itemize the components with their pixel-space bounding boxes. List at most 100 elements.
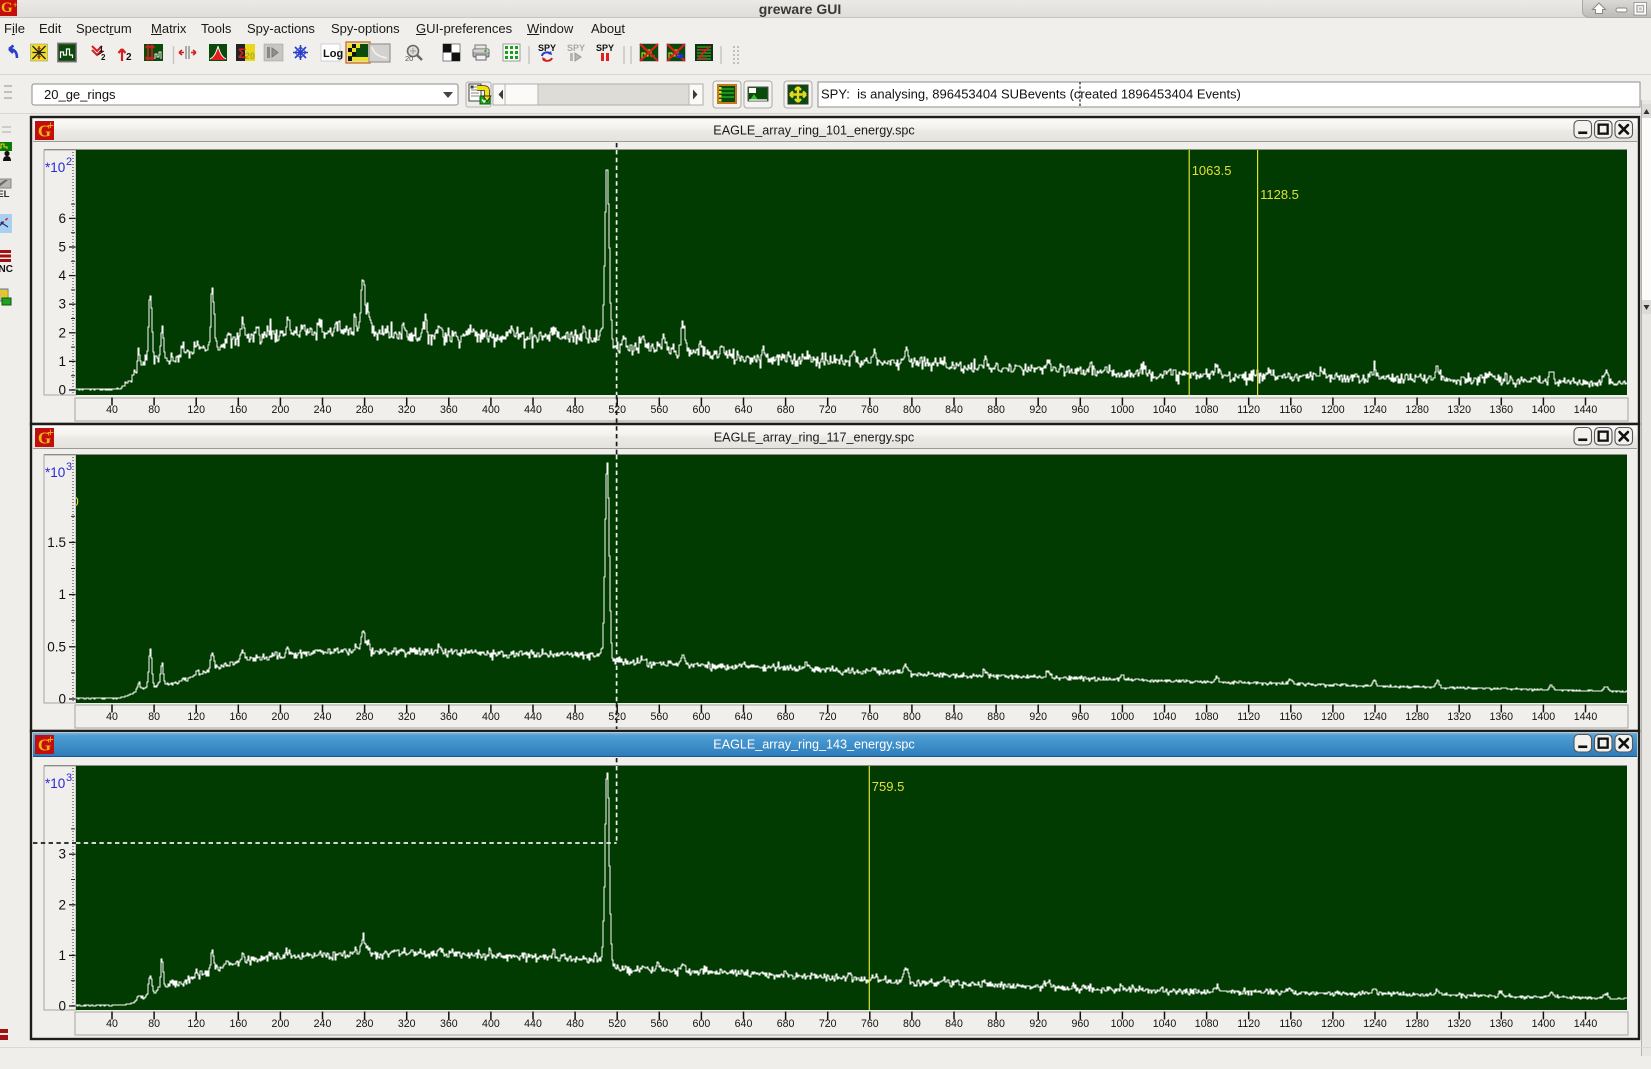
svg-text:2: 2 <box>58 897 66 912</box>
svg-text:720: 720 <box>819 711 837 723</box>
svg-text:680: 680 <box>777 404 795 416</box>
svg-text:*10: *10 <box>45 776 65 791</box>
svg-text:160: 160 <box>229 711 247 723</box>
svg-text:1000: 1000 <box>1111 404 1135 416</box>
svg-text:800: 800 <box>903 1018 921 1030</box>
svg-text:840: 840 <box>945 404 963 416</box>
svg-text:240: 240 <box>314 404 332 416</box>
svg-text:1400: 1400 <box>1532 404 1556 416</box>
svg-text:400: 400 <box>482 404 500 416</box>
svg-text:560: 560 <box>650 1018 668 1030</box>
svg-text:1200: 1200 <box>1321 404 1345 416</box>
svg-text:1000: 1000 <box>1111 711 1135 723</box>
svg-text:880: 880 <box>987 1018 1005 1030</box>
svg-text:720: 720 <box>819 404 837 416</box>
svg-text:920: 920 <box>1029 711 1047 723</box>
svg-text:1440: 1440 <box>1574 1018 1598 1030</box>
svg-text:1320: 1320 <box>1447 404 1471 416</box>
svg-text:560: 560 <box>650 404 668 416</box>
svg-text:640: 640 <box>735 1018 753 1030</box>
svg-text:120: 120 <box>187 711 205 723</box>
svg-text:1080: 1080 <box>1195 1018 1219 1030</box>
svg-text:960: 960 <box>1071 1018 1089 1030</box>
svg-text:560: 560 <box>650 711 668 723</box>
svg-text:200: 200 <box>272 1018 290 1030</box>
svg-text:1080: 1080 <box>1195 711 1219 723</box>
svg-text:640: 640 <box>735 404 753 416</box>
svg-text:360: 360 <box>440 1018 458 1030</box>
svg-text:1: 1 <box>58 354 66 369</box>
svg-text:480: 480 <box>566 1018 584 1030</box>
svg-text:4: 4 <box>58 268 66 283</box>
svg-text:120: 120 <box>187 1018 205 1030</box>
svg-text:1440: 1440 <box>1574 711 1598 723</box>
svg-text:1400: 1400 <box>1532 711 1556 723</box>
svg-text:160: 160 <box>229 1018 247 1030</box>
svg-text:1440: 1440 <box>1574 404 1598 416</box>
svg-text:+: + <box>47 732 54 746</box>
svg-text:+: + <box>47 425 54 439</box>
svg-text:600: 600 <box>693 404 711 416</box>
svg-text:1: 1 <box>58 587 66 602</box>
svg-text:360: 360 <box>440 404 458 416</box>
svg-text:80: 80 <box>148 404 160 416</box>
svg-text:1040: 1040 <box>1153 404 1177 416</box>
svg-text:680: 680 <box>777 711 795 723</box>
svg-text:960: 960 <box>1071 711 1089 723</box>
svg-text:3: 3 <box>66 461 72 473</box>
svg-text:240: 240 <box>314 711 332 723</box>
svg-text:400: 400 <box>482 711 500 723</box>
svg-text:800: 800 <box>903 404 921 416</box>
svg-text:160: 160 <box>229 404 247 416</box>
svg-text:440: 440 <box>524 1018 542 1030</box>
svg-text:EAGLE_array_ring_117_energy.sp: EAGLE_array_ring_117_energy.spc <box>714 431 914 445</box>
svg-text:840: 840 <box>945 711 963 723</box>
svg-text:1: 1 <box>58 948 66 963</box>
svg-text:3: 3 <box>58 297 66 312</box>
svg-text:360: 360 <box>440 711 458 723</box>
svg-text:1120: 1120 <box>1237 404 1260 416</box>
svg-text:400: 400 <box>482 1018 500 1030</box>
svg-text:800: 800 <box>903 711 921 723</box>
svg-text:480: 480 <box>566 711 584 723</box>
svg-text:1080: 1080 <box>1195 404 1219 416</box>
svg-text:760: 760 <box>861 404 879 416</box>
svg-text:1200: 1200 <box>1321 1018 1345 1030</box>
svg-text:+: + <box>47 118 54 132</box>
svg-text:520: 520 <box>608 1018 626 1030</box>
svg-text:1240: 1240 <box>1363 1018 1387 1030</box>
svg-text:760: 760 <box>861 711 879 723</box>
svg-text:1128.5: 1128.5 <box>1260 187 1299 202</box>
svg-text:1040: 1040 <box>1153 711 1177 723</box>
svg-text:320: 320 <box>398 404 416 416</box>
svg-text:40: 40 <box>106 1018 118 1030</box>
svg-text:1040: 1040 <box>1153 1018 1177 1030</box>
svg-text:840: 840 <box>945 1018 963 1030</box>
svg-text:6: 6 <box>58 211 66 226</box>
svg-text:1280: 1280 <box>1405 404 1429 416</box>
svg-text:880: 880 <box>987 711 1005 723</box>
svg-text:0: 0 <box>58 999 66 1014</box>
svg-text:760: 760 <box>861 1018 879 1030</box>
svg-text:920: 920 <box>1029 1018 1047 1030</box>
svg-text:1360: 1360 <box>1490 1018 1514 1030</box>
svg-text:1280: 1280 <box>1405 1018 1429 1030</box>
svg-text:1120: 1120 <box>1237 1018 1260 1030</box>
svg-text:640: 640 <box>735 711 753 723</box>
svg-text:EAGLE_array_ring_101_energy.sp: EAGLE_array_ring_101_energy.spc <box>713 124 914 138</box>
svg-text:1200: 1200 <box>1321 711 1345 723</box>
svg-text:200: 200 <box>272 404 290 416</box>
svg-text:1280: 1280 <box>1405 711 1429 723</box>
svg-text:*10: *10 <box>45 160 65 175</box>
svg-text:759.5: 759.5 <box>872 779 905 794</box>
svg-text:2: 2 <box>58 325 66 340</box>
svg-text:1360: 1360 <box>1490 404 1514 416</box>
svg-text:1120: 1120 <box>1237 711 1260 723</box>
svg-text:1240: 1240 <box>1363 711 1387 723</box>
svg-text:0: 0 <box>58 383 66 398</box>
svg-text:80: 80 <box>148 711 160 723</box>
svg-text:*10: *10 <box>45 465 65 480</box>
svg-text:440: 440 <box>524 711 542 723</box>
svg-text:680: 680 <box>777 1018 795 1030</box>
svg-text:1160: 1160 <box>1279 711 1302 723</box>
